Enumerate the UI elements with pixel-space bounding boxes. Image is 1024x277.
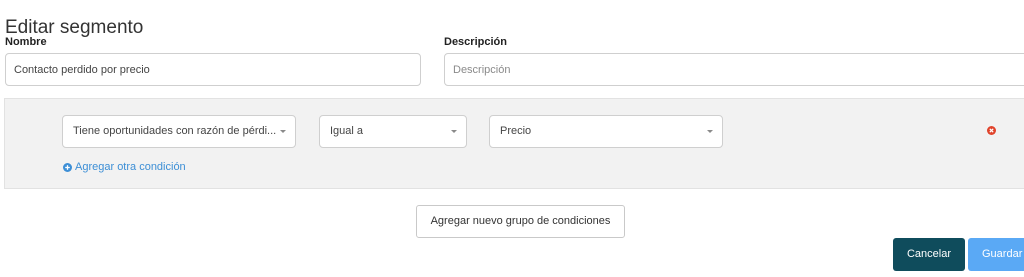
chevron-down-icon bbox=[451, 130, 457, 133]
condition-field-select[interactable]: Tiene oportunidades con razón de pérdi..… bbox=[62, 115, 296, 148]
condition-value-select[interactable]: Precio bbox=[489, 115, 723, 148]
plus-circle-icon bbox=[63, 162, 72, 172]
chevron-down-icon bbox=[280, 130, 286, 133]
add-condition-group-button[interactable]: Agregar nuevo grupo de condiciones bbox=[416, 205, 625, 238]
cancel-button[interactable]: Cancelar bbox=[893, 238, 965, 271]
description-label: Descripción bbox=[444, 36, 507, 48]
condition-operator-select[interactable]: Igual a bbox=[319, 115, 467, 148]
name-label: Nombre bbox=[5, 36, 47, 48]
condition-group-panel: Tiene oportunidades con razón de pérdi..… bbox=[4, 98, 1024, 189]
condition-field-value: Tiene oportunidades con razón de pérdi..… bbox=[73, 125, 277, 137]
add-condition-label: Agregar otra condición bbox=[75, 161, 186, 173]
condition-value-value: Precio bbox=[500, 125, 532, 137]
condition-operator-value: Igual a bbox=[330, 125, 364, 137]
add-condition-link[interactable]: Agregar otra condición bbox=[63, 161, 186, 173]
name-input[interactable] bbox=[5, 53, 421, 86]
save-button[interactable]: Guardar bbox=[968, 238, 1024, 271]
remove-condition-icon[interactable] bbox=[987, 126, 996, 135]
chevron-down-icon bbox=[707, 130, 713, 133]
description-input[interactable] bbox=[444, 53, 1024, 86]
